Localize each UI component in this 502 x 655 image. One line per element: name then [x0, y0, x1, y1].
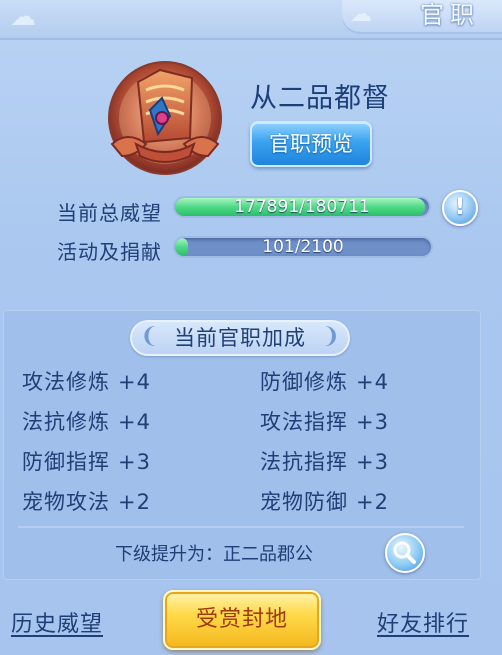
rank-preview-button[interactable]: 官职预览	[250, 121, 372, 167]
donation-label: 活动及捐献	[57, 240, 162, 264]
page-title: 官职	[420, 1, 480, 29]
reward-fief-button[interactable]: 受赏封地	[163, 590, 321, 650]
swirl-ornament-icon: ❩	[321, 324, 340, 349]
next-rank-text: 下级提升为：正二品郡公	[115, 544, 313, 565]
official-hat-emblem-icon	[108, 61, 222, 175]
bonus-item: 攻法指挥 +3	[260, 410, 389, 434]
info-icon[interactable]: !	[442, 190, 478, 226]
bonus-item: 法抗修炼 +4	[22, 410, 151, 434]
donation-progress-text: 101/2100	[262, 237, 344, 257]
bonus-panel-header: ❨ 当前官职加成 ❩	[130, 320, 350, 356]
panel-divider	[18, 526, 464, 528]
bonus-item: 宠物防御 +2	[260, 490, 389, 514]
bonus-panel-title: 当前官职加成	[174, 326, 306, 350]
prestige-label: 当前总威望	[57, 201, 162, 225]
search-button[interactable]	[385, 533, 425, 573]
bonus-item: 防御修炼 +4	[260, 370, 389, 394]
history-prestige-link[interactable]: 历史威望	[11, 606, 103, 638]
cloud-ornament-icon: ☁	[10, 2, 36, 32]
prestige-progress-text: 177891/180711	[234, 197, 370, 217]
friend-ranking-link[interactable]: 好友排行	[377, 606, 469, 638]
bonus-item: 攻法修炼 +4	[22, 370, 151, 394]
magnifier-icon	[393, 541, 416, 564]
bonus-item: 防御指挥 +3	[22, 450, 151, 474]
cloud-ornament-icon: ☁	[350, 2, 372, 27]
current-rank-name: 从二品都督	[250, 83, 390, 114]
bonus-item: 法抗指挥 +3	[260, 450, 389, 474]
bonus-item: 宠物攻法 +2	[22, 490, 151, 514]
donation-progress-bar: 101/2100	[173, 236, 433, 258]
prestige-progress-bar: 177891/180711	[173, 196, 431, 218]
